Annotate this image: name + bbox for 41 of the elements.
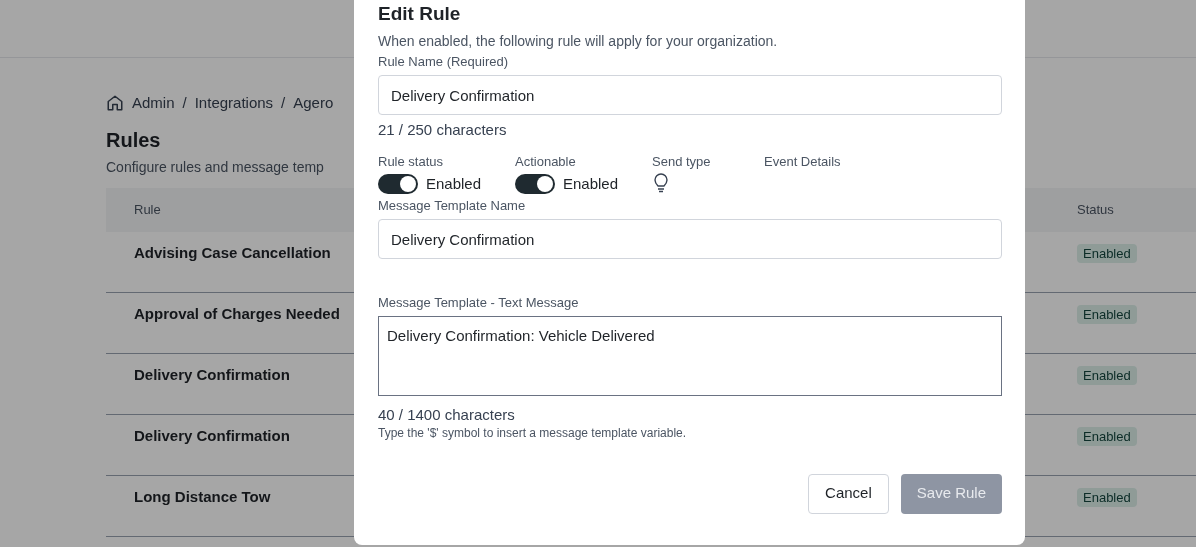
field-label: Event Details [764, 152, 841, 171]
helper-text: Type the '$' symbol to insert a message template variable. [378, 424, 688, 442]
page-title: Rules [106, 127, 161, 153]
table-cell: Delivery Confirmation [134, 426, 290, 444]
field-label: Message Template Name [378, 196, 527, 215]
toggle-switch[interactable] [515, 174, 555, 195]
breadcrumb-separator: / [182, 93, 187, 113]
template-name-field[interactable]: Delivery Confirmation [378, 219, 1002, 259]
dialog-title: Edit Rule [378, 2, 462, 26]
switch-state-text: Enabled [426, 174, 482, 194]
status-badge: Enabled [1077, 304, 1137, 324]
table-cell: Advising Case Cancellation [134, 243, 331, 261]
table-cell: Approval of Charges Needed [134, 304, 340, 322]
status-badge: Enabled [1077, 487, 1137, 507]
character-count: 21 / 250 characters [378, 120, 507, 140]
breadcrumb-link[interactable]: Agero [293, 92, 334, 115]
character-count: 40 / 1400 characters [378, 405, 516, 424]
page-subtitle: Configure rules and message temp [106, 157, 324, 177]
breadcrumb-separator: / [281, 93, 286, 113]
breadcrumb-link[interactable]: Integrations [194, 92, 274, 115]
cancel-button[interactable]: Cancel [808, 473, 889, 514]
switch-label: Rule status [378, 152, 445, 171]
switch-state-text: Enabled [563, 174, 619, 194]
field-label: Rule Name (Required) [378, 52, 510, 71]
field-label: Message Template - Text Message [378, 294, 580, 312]
status-badge: Enabled [1077, 426, 1137, 446]
status-badge: Enabled [1077, 243, 1137, 263]
column-header: Status [1077, 200, 1114, 219]
breadcrumb-link[interactable]: Admin [132, 92, 175, 115]
status-badge: Enabled [1077, 365, 1137, 385]
rule-name-field[interactable]: Delivery Confirmation [378, 75, 1002, 115]
lightbulb-icon[interactable] [654, 173, 668, 193]
switch-label: Actionable [515, 152, 577, 171]
message-text-area[interactable]: Delivery Confirmation: Vehicle Delivered [378, 315, 1002, 396]
toggle-switch[interactable] [378, 174, 418, 195]
dialog-description: When enabled, the following rule will apply for your organization. [378, 31, 779, 51]
table-cell: Delivery Confirmation [134, 365, 290, 383]
field-label: Send type [652, 152, 712, 171]
home-icon [106, 94, 124, 113]
column-header: Rule [134, 201, 161, 217]
table-cell: Long Distance Tow [134, 487, 271, 505]
